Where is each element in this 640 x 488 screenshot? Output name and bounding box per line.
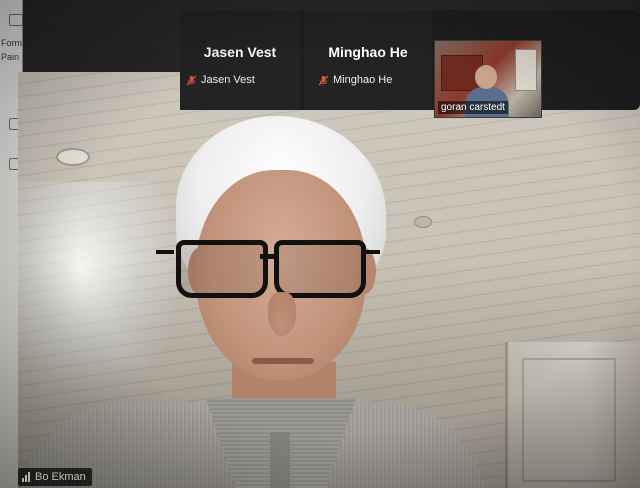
speaker-shirt-placket	[270, 432, 290, 488]
participant-strip: Jasen Vest Jasen Vest Minghao He Minghao…	[180, 10, 640, 110]
mic-muted-icon	[186, 74, 197, 86]
participant-video-thumbnail[interactable]: goran carstedt	[434, 40, 542, 118]
ribbon-label-form: Form	[1, 38, 22, 48]
mic-muted-icon	[318, 74, 329, 86]
speaker-mouth	[252, 358, 314, 364]
participant-tile[interactable]: Minghao He Minghao He	[304, 10, 432, 110]
participant-tile[interactable]: Jasen Vest Jasen Vest	[180, 10, 300, 110]
participant-label: goran carstedt	[438, 101, 508, 114]
participant-label: Jasen Vest	[186, 74, 255, 86]
speaker-name: Bo Ekman	[35, 471, 86, 483]
ribbon-label-pain: Pain	[1, 52, 20, 62]
speaker-nose	[268, 292, 296, 336]
video-call-window: Form Pain Jasen Vest Jasen Vest Minghao …	[0, 0, 640, 488]
active-speaker-video[interactable]	[18, 72, 640, 488]
participant-name: Jasen Vest	[203, 44, 277, 60]
format-painter-icon[interactable]	[9, 14, 23, 26]
signal-bars-icon	[22, 472, 30, 482]
speaker-glasses	[156, 240, 380, 298]
participant-label: Minghao He	[318, 74, 392, 86]
participant-name: Minghao He	[328, 44, 408, 60]
speaker-name-badge: Bo Ekman	[18, 468, 92, 486]
